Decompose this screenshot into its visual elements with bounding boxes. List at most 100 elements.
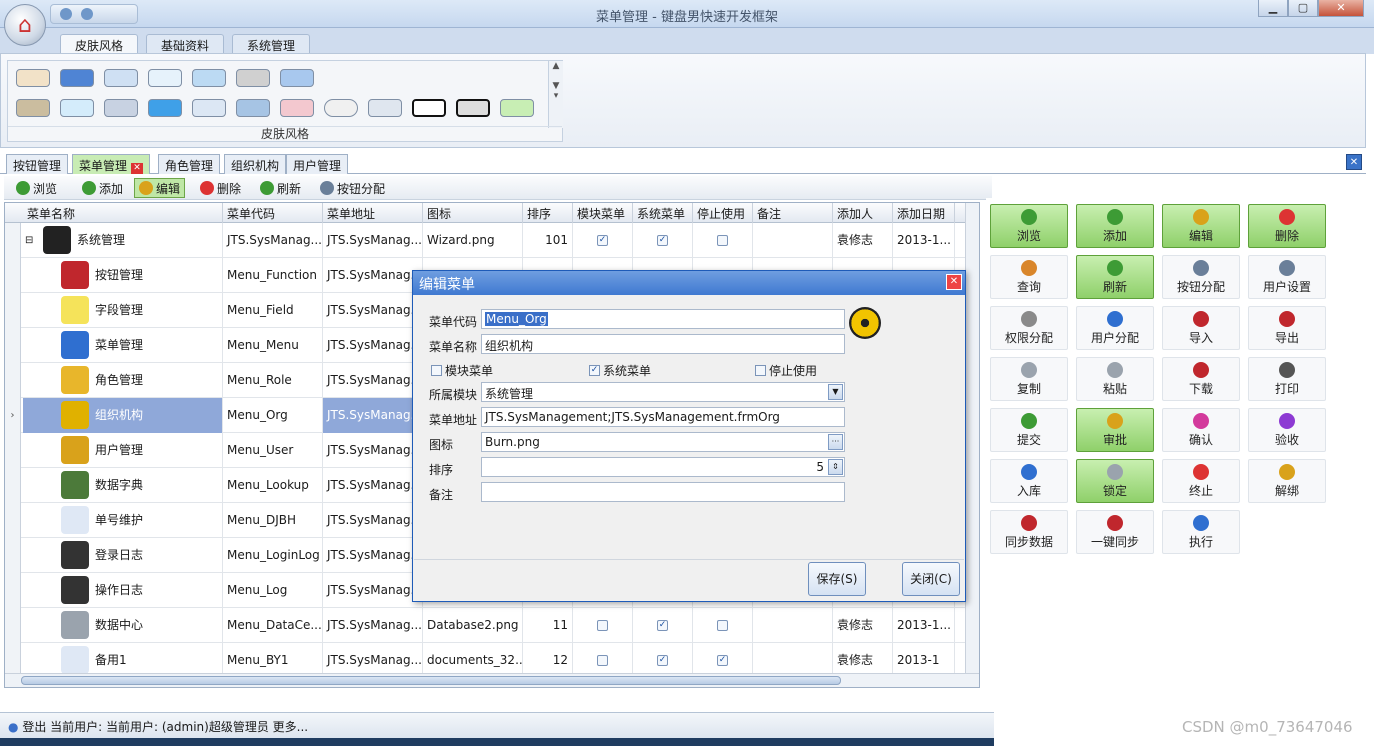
action-button[interactable]: 一键同步 <box>1076 510 1154 554</box>
checkbox[interactable]: ✓ <box>657 620 668 631</box>
skin-swatch[interactable] <box>148 99 182 117</box>
action-button[interactable]: 用户设置 <box>1248 255 1326 299</box>
action-button[interactable]: 粘贴 <box>1076 357 1154 401</box>
skin-swatch[interactable] <box>104 99 138 117</box>
column-header[interactable]: 系统菜单 <box>633 203 693 223</box>
checkbox[interactable] <box>597 620 608 631</box>
skin-swatch[interactable] <box>280 69 314 87</box>
toolbar-button[interactable]: 浏览 <box>12 178 61 198</box>
cell-stop[interactable] <box>693 223 753 258</box>
icon-field[interactable]: Burn.png ··· <box>481 432 845 452</box>
cell-menu-code[interactable]: Menu_Role <box>223 363 323 398</box>
toolbar-button[interactable]: 刷新 <box>256 178 305 198</box>
action-button[interactable]: 刷新 <box>1076 255 1154 299</box>
cell-menu-address[interactable]: JTS.SysManag... <box>323 328 423 363</box>
cell-menu-address[interactable]: JTS.SysManag... <box>323 398 423 433</box>
row-header[interactable] <box>5 608 21 643</box>
cell-menu-address[interactable]: JTS.SysManag... <box>323 223 423 258</box>
close-tab-icon[interactable]: ✕ <box>131 163 144 174</box>
cell-menu-code[interactable]: Menu_User <box>223 433 323 468</box>
column-header[interactable]: 模块菜单 <box>573 203 633 223</box>
row-header[interactable] <box>5 538 21 573</box>
cell-menu-code[interactable]: Menu_DJBH <box>223 503 323 538</box>
skin-swatch[interactable] <box>16 99 50 117</box>
action-button[interactable]: 打印 <box>1248 357 1326 401</box>
scroll-thumb[interactable] <box>21 676 841 685</box>
cell-menu-name[interactable]: ⊟ 系统管理 <box>23 223 223 258</box>
action-button[interactable]: 解绑 <box>1248 459 1326 503</box>
cell-menu-address[interactable]: JTS.SysManag... <box>323 468 423 503</box>
vertical-scrollbar[interactable] <box>965 203 979 687</box>
cell-menu-address[interactable]: JTS.SysManag... <box>323 293 423 328</box>
cell-menu-code[interactable]: Menu_Menu <box>223 328 323 363</box>
row-header[interactable] <box>5 223 21 258</box>
cell-menu-name[interactable]: 角色管理 <box>23 363 223 398</box>
cell-icon[interactable]: Database2.png <box>423 608 523 643</box>
skin-swatch[interactable] <box>16 69 50 87</box>
cell-menu-name[interactable]: 数据中心 <box>23 608 223 643</box>
ribbon-tab-skin[interactable]: 皮肤风格 <box>60 34 139 54</box>
action-button[interactable]: 审批 <box>1076 408 1154 452</box>
remark-field[interactable] <box>481 482 845 502</box>
column-header[interactable]: 停止使用 <box>693 203 753 223</box>
cell-menu-code[interactable]: Menu_Function <box>223 258 323 293</box>
cell-menu-code[interactable]: Menu_Lookup <box>223 468 323 503</box>
checkbox[interactable]: ✓ <box>657 235 668 246</box>
action-button[interactable]: 确认 <box>1162 408 1240 452</box>
action-button[interactable]: 同步数据 <box>990 510 1068 554</box>
cell-date[interactable]: 2013-1... <box>893 608 955 643</box>
skin-swatch[interactable] <box>192 99 226 117</box>
close-button[interactable]: 关闭(C) <box>902 562 960 596</box>
action-button[interactable]: 入库 <box>990 459 1068 503</box>
action-button[interactable]: 导入 <box>1162 306 1240 350</box>
skin-swatch[interactable] <box>236 99 270 117</box>
cell-menu-name[interactable]: 组织机构 <box>23 398 223 433</box>
column-header[interactable]: 备注 <box>753 203 833 223</box>
column-header[interactable]: 菜单名称 <box>23 203 223 223</box>
toolbar-button[interactable]: 按钮分配 <box>316 178 389 198</box>
doc-tab-button-mgmt[interactable]: 按钮管理 <box>6 154 69 174</box>
column-header[interactable]: 菜单代码 <box>223 203 323 223</box>
app-menu-button[interactable]: ⌂ <box>4 4 46 46</box>
cell-menu-code[interactable]: Menu_LoginLog <box>223 538 323 573</box>
checkbox[interactable]: ✓ <box>597 235 608 246</box>
cell-adder[interactable]: 袁修志 <box>833 223 893 258</box>
row-header[interactable] <box>5 328 21 363</box>
checkbox[interactable]: ✓ <box>717 655 728 666</box>
action-button[interactable]: 锁定 <box>1076 459 1154 503</box>
module-checkbox[interactable]: 模块菜单 <box>431 362 493 379</box>
cell-menu-code[interactable]: Menu_Org <box>223 398 323 433</box>
action-button[interactable]: 按钮分配 <box>1162 255 1240 299</box>
module-select[interactable]: 系统管理 ▼ <box>481 382 845 402</box>
ribbon-tab-system[interactable]: 系统管理 <box>232 34 311 54</box>
action-button[interactable]: 下载 <box>1162 357 1240 401</box>
action-button[interactable]: 查询 <box>990 255 1068 299</box>
cell-remark[interactable] <box>753 223 833 258</box>
cell-module[interactable] <box>573 608 633 643</box>
gallery-scrollbar[interactable]: ▲ ▼ ▾ <box>548 61 563 128</box>
column-header[interactable]: 菜单地址 <box>323 203 423 223</box>
checkbox[interactable] <box>717 620 728 631</box>
skin-swatch[interactable] <box>368 99 402 117</box>
column-header[interactable]: 添加人 <box>833 203 893 223</box>
skin-swatch[interactable] <box>104 69 138 87</box>
column-header[interactable]: 图标 <box>423 203 523 223</box>
cell-menu-name[interactable]: 按钮管理 <box>23 258 223 293</box>
row-header[interactable] <box>5 363 21 398</box>
action-button[interactable]: 终止 <box>1162 459 1240 503</box>
logout-link[interactable]: 登出 <box>22 720 46 734</box>
close-document-button[interactable]: ✕ <box>1346 154 1362 170</box>
cell-icon[interactable]: Wizard.png <box>423 223 523 258</box>
doc-tab-user-mgmt[interactable]: 用户管理 <box>286 154 349 174</box>
skin-swatch[interactable] <box>60 99 94 117</box>
current-user-text[interactable]: 当前用户: 当前用户: (admin)超级管理员 更多... <box>50 720 308 734</box>
cell-menu-code[interactable]: Menu_Log <box>223 573 323 608</box>
doc-tab-role-mgmt[interactable]: 角色管理 <box>158 154 221 174</box>
skin-swatch[interactable] <box>236 69 270 87</box>
system-checkbox[interactable]: ✓ 系统菜单 <box>589 362 651 379</box>
skin-swatch[interactable] <box>280 99 314 117</box>
action-button[interactable]: 权限分配 <box>990 306 1068 350</box>
cell-system[interactable]: ✓ <box>633 608 693 643</box>
row-header[interactable] <box>5 258 21 293</box>
browse-ellipsis-icon[interactable]: ··· <box>828 434 843 450</box>
